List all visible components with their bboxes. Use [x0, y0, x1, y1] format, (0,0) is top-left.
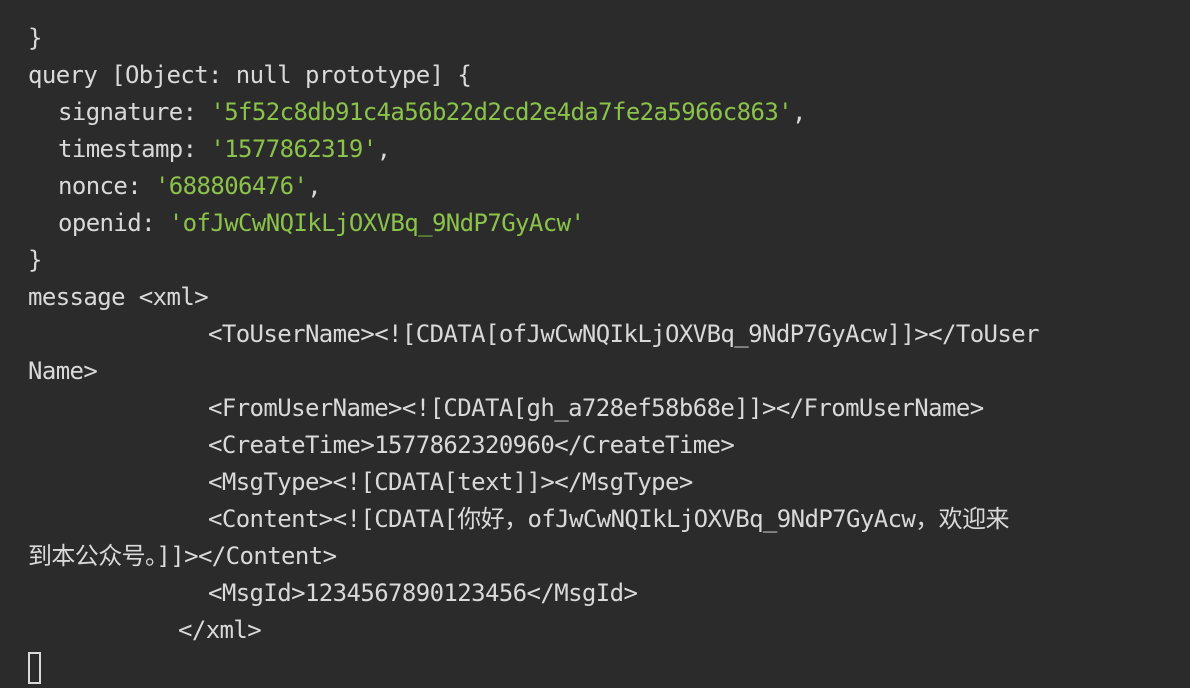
xml-msg-type: <MsgType><![CDATA[text]]></MsgType>	[208, 468, 693, 496]
prompt-line[interactable]	[28, 649, 1190, 686]
query-key: nonce	[58, 172, 128, 200]
xml-to-user-name: <ToUserName><![CDATA[ofJwCwNQIkLjOXVBq_9…	[208, 320, 1040, 348]
query-value: '688806476'	[154, 172, 308, 200]
query-separator: ,	[792, 98, 806, 126]
xml-to-user-name-wrap: Name>	[28, 357, 98, 385]
query-value: '5f52c8db91c4a56b22d2cd2e4da7fe2a5966c86…	[210, 98, 793, 126]
query-key: timestamp	[58, 135, 183, 163]
xml-create-time: <CreateTime>1577862320960</CreateTime>	[208, 431, 735, 459]
query-value: '1577862319'	[210, 135, 377, 163]
xml-from-user-name: <FromUserName><![CDATA[gh_a728ef58b68e]]…	[208, 394, 984, 422]
message-header: message <xml>	[28, 283, 209, 311]
xml-msg-id: <MsgId>1234567890123456</MsgId>	[208, 579, 638, 607]
query-header: query [Object: null prototype] {	[28, 61, 472, 89]
closing-brace: }	[28, 246, 42, 274]
query-separator: ,	[307, 172, 322, 200]
query-key: signature	[58, 98, 183, 126]
query-entry-nonce: nonce: '688806476',	[58, 172, 322, 200]
query-separator: ,	[376, 135, 391, 163]
xml-close-tag: </xml>	[178, 616, 262, 644]
closing-brace: }	[28, 24, 42, 52]
cursor[interactable]	[28, 652, 41, 684]
query-entry-openid: openid: 'ofJwCwNQIkLjOXVBq_9NdP7GyAcw'	[58, 209, 585, 237]
query-entry-timestamp: timestamp: '1577862319',	[58, 135, 391, 163]
xml-content-wrap: 到本公众号。]]></Content>	[28, 542, 337, 570]
xml-content: <Content><![CDATA[你好，ofJwCwNQIkLjOXVBq_9…	[208, 505, 1009, 533]
query-entry-signature: signature: '5f52c8db91c4a56b22d2cd2e4da7…	[58, 98, 806, 126]
terminal-window[interactable]: } query [Object: null prototype] { signa…	[0, 0, 1190, 688]
query-value: 'ofJwCwNQIkLjOXVBq_9NdP7GyAcw'	[168, 209, 585, 237]
query-key: openid	[58, 209, 142, 237]
